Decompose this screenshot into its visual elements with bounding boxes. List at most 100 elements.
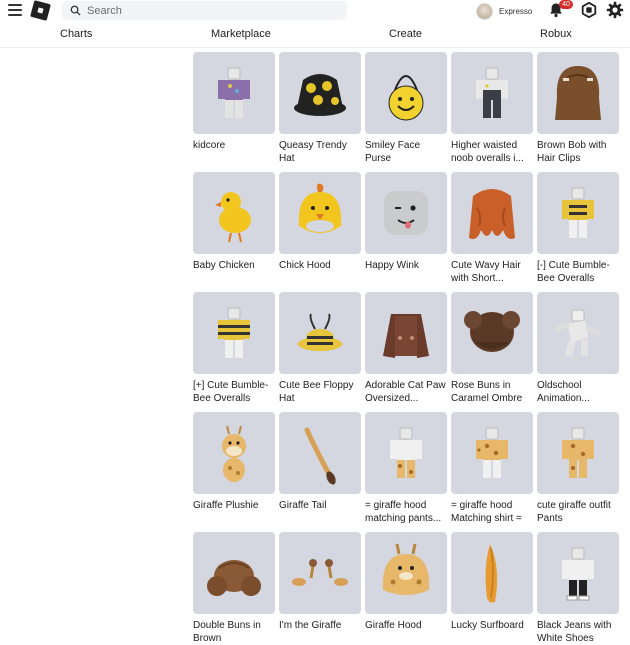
- item-name[interactable]: Rose Buns in Caramel Ombre: [451, 379, 533, 405]
- item-thumbnail[interactable]: [451, 52, 533, 134]
- item-name[interactable]: Adorable Cat Paw Oversized...: [365, 379, 447, 405]
- item-thumbnail[interactable]: [279, 52, 361, 134]
- item-thumbnail[interactable]: [365, 52, 447, 134]
- item-thumbnail[interactable]: [279, 532, 361, 614]
- catalog-item[interactable]: I'm the Giraffe: [279, 532, 361, 642]
- item-name[interactable]: Queasy Trendy Hat: [279, 139, 361, 165]
- catalog-item[interactable]: Giraffe Plushie: [193, 412, 275, 522]
- catalog-item[interactable]: Lucky Surfboard: [451, 532, 533, 642]
- username[interactable]: Expresso: [499, 7, 532, 16]
- item-thumbnail[interactable]: [279, 172, 361, 254]
- surfboard-image: [485, 544, 498, 603]
- item-thumbnail[interactable]: [193, 172, 275, 254]
- item-thumbnail[interactable]: [193, 532, 275, 614]
- figure-kidcore-image: [218, 67, 250, 118]
- catalog-item[interactable]: Chick Hood: [279, 172, 361, 282]
- item-name[interactable]: = giraffe hood Matching shirt =: [451, 499, 533, 525]
- top-bar: Expresso 40: [0, 0, 630, 22]
- nav-robux[interactable]: Robux: [540, 28, 572, 40]
- item-thumbnail[interactable]: [451, 412, 533, 494]
- catalog-item[interactable]: Cute Bee Floppy Hat: [279, 292, 361, 405]
- catalog-item[interactable]: Double Buns in Brown: [193, 532, 275, 645]
- item-name[interactable]: Cute Wavy Hair with Short...: [451, 259, 533, 285]
- catalog-item[interactable]: Black Jeans with White Shoes: [537, 532, 619, 645]
- item-thumbnail[interactable]: [193, 52, 275, 134]
- search-box[interactable]: [62, 1, 347, 20]
- avatar[interactable]: [476, 2, 493, 20]
- item-name[interactable]: Double Buns in Brown: [193, 619, 275, 645]
- item-thumbnail[interactable]: [537, 292, 619, 374]
- catalog-item[interactable]: [-] Cute Bumble-Bee Overalls: [537, 172, 619, 285]
- item-thumbnail[interactable]: [537, 412, 619, 494]
- robux-icon[interactable]: [581, 2, 597, 18]
- catalog-item[interactable]: Giraffe Hood: [365, 532, 447, 642]
- item-thumbnail[interactable]: [365, 532, 447, 614]
- catalog-item[interactable]: Oldschool Animation...: [537, 292, 619, 405]
- catalog-item[interactable]: Queasy Trendy Hat: [279, 52, 361, 165]
- catalog-item[interactable]: Baby Chicken: [193, 172, 275, 282]
- item-thumbnail[interactable]: [365, 412, 447, 494]
- catalog-item[interactable]: cute giraffe outfit Pants: [537, 412, 619, 525]
- item-name[interactable]: [-] Cute Bumble-Bee Overalls: [537, 259, 619, 285]
- item-name[interactable]: Giraffe Hood: [365, 619, 447, 645]
- catalog-item[interactable]: Rose Buns in Caramel Ombre: [451, 292, 533, 405]
- item-name[interactable]: I'm the Giraffe: [279, 619, 361, 645]
- nav-marketplace[interactable]: Marketplace: [211, 28, 271, 40]
- item-name[interactable]: Smiley Face Purse: [365, 139, 447, 165]
- item-thumbnail[interactable]: [365, 172, 447, 254]
- item-name[interactable]: Higher waisted noob overalls i...: [451, 139, 533, 165]
- item-thumbnail[interactable]: [537, 172, 619, 254]
- gear-icon[interactable]: [606, 1, 624, 19]
- item-name[interactable]: Giraffe Plushie: [193, 499, 275, 525]
- item-thumbnail[interactable]: [279, 412, 361, 494]
- menu-icon[interactable]: [8, 4, 22, 16]
- item-name[interactable]: Black Jeans with White Shoes: [537, 619, 619, 645]
- catalog-item[interactable]: = giraffe hood Matching shirt =: [451, 412, 533, 525]
- item-thumbnail[interactable]: [537, 52, 619, 134]
- roblox-logo[interactable]: [30, 0, 51, 21]
- item-thumbnail[interactable]: [451, 172, 533, 254]
- catalog-item[interactable]: Higher waisted noob overalls i...: [451, 52, 533, 165]
- item-name[interactable]: Happy Wink: [365, 259, 447, 285]
- item-thumbnail[interactable]: [279, 292, 361, 374]
- figure-bee-image: [562, 187, 594, 238]
- nav-create[interactable]: Create: [389, 28, 422, 40]
- catalog-item[interactable]: kidcore: [193, 52, 275, 162]
- catalog-item[interactable]: Happy Wink: [365, 172, 447, 282]
- nav-charts[interactable]: Charts: [60, 28, 92, 40]
- item-name[interactable]: Cute Bee Floppy Hat: [279, 379, 361, 405]
- item-thumbnail[interactable]: [537, 532, 619, 614]
- catalog-item[interactable]: Giraffe Tail: [279, 412, 361, 522]
- item-name[interactable]: [+] Cute Bumble-Bee Overalls: [193, 379, 275, 405]
- chick-image: [215, 192, 251, 243]
- item-thumbnail[interactable]: [365, 292, 447, 374]
- search-input[interactable]: [87, 4, 327, 17]
- item-name[interactable]: Lucky Surfboard: [451, 619, 533, 645]
- catalog-item[interactable]: Brown Bob with Hair Clips: [537, 52, 619, 165]
- orange-hair-image: [469, 189, 515, 239]
- catalog-item[interactable]: [+] Cute Bumble-Bee Overalls: [193, 292, 275, 405]
- bucket-hat-image: [294, 74, 346, 116]
- chick-hood-image: [298, 183, 342, 233]
- item-thumbnail[interactable]: [451, 532, 533, 614]
- figure-overalls-image: [476, 67, 508, 118]
- giraffe-tail-image: [304, 427, 336, 485]
- catalog-item[interactable]: Smiley Face Purse: [365, 52, 447, 165]
- item-name[interactable]: Giraffe Tail: [279, 499, 361, 525]
- item-name[interactable]: Oldschool Animation...: [537, 379, 619, 405]
- item-name[interactable]: kidcore: [193, 139, 275, 165]
- figure-giraffe-outfit-image: [562, 427, 594, 478]
- item-thumbnail[interactable]: [193, 292, 275, 374]
- item-thumbnail[interactable]: [193, 412, 275, 494]
- item-name[interactable]: cute giraffe outfit Pants: [537, 499, 619, 525]
- catalog-item[interactable]: Cute Wavy Hair with Short...: [451, 172, 533, 285]
- catalog-item[interactable]: = giraffe hood matching pants...: [365, 412, 447, 525]
- item-name[interactable]: Baby Chicken: [193, 259, 275, 285]
- user-profile[interactable]: Expresso: [476, 1, 532, 21]
- brown-sweater-image: [383, 314, 429, 358]
- item-name[interactable]: Brown Bob with Hair Clips: [537, 139, 619, 165]
- item-thumbnail[interactable]: [451, 292, 533, 374]
- item-name[interactable]: Chick Hood: [279, 259, 361, 285]
- catalog-item[interactable]: Adorable Cat Paw Oversized...: [365, 292, 447, 405]
- item-name[interactable]: = giraffe hood matching pants...: [365, 499, 447, 525]
